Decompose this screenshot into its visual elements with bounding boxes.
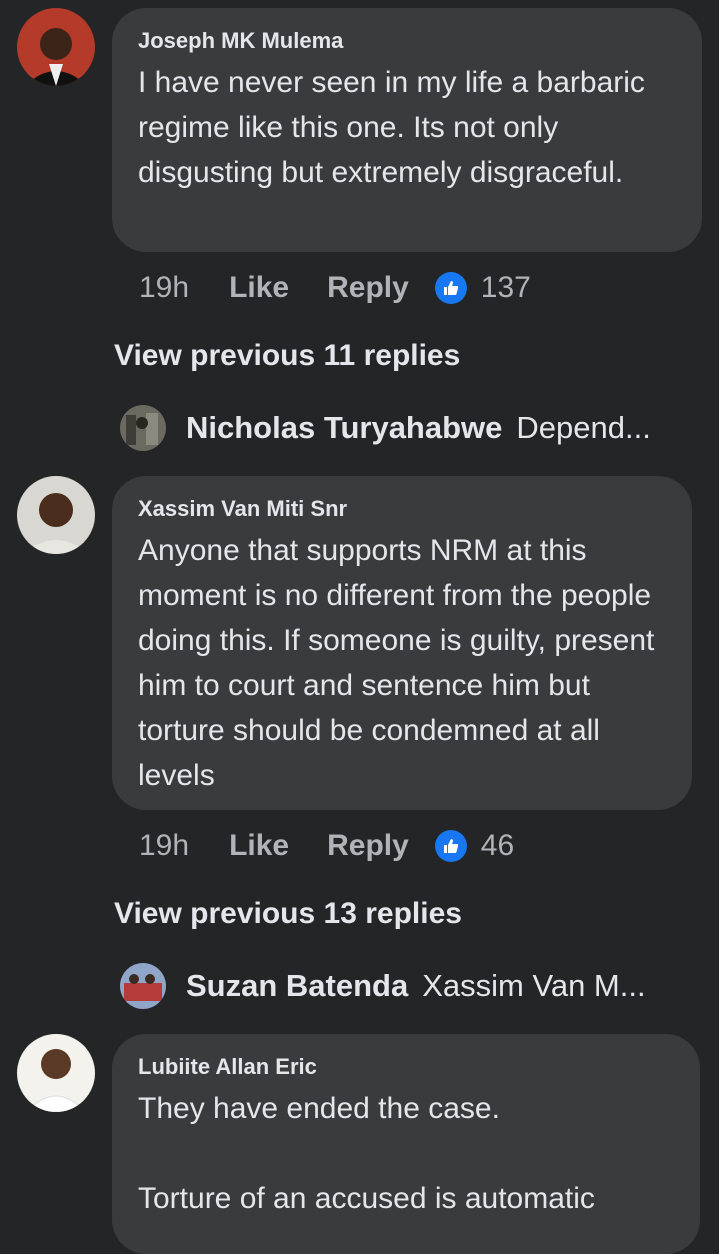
reply-button[interactable]: Reply bbox=[327, 271, 409, 305]
like-button[interactable]: Like bbox=[229, 271, 289, 305]
comment-bubble: Joseph MK Mulema I have never seen in my… bbox=[112, 8, 702, 252]
latest-reply-preview[interactable]: Nicholas Turyahabwe Depend... bbox=[120, 404, 651, 452]
commenter-avatar[interactable] bbox=[17, 8, 95, 86]
comment-timestamp[interactable]: 19h bbox=[139, 271, 189, 305]
comment-text: Anyone that supports NRM at this moment … bbox=[138, 534, 663, 792]
reaction-count[interactable]: 46 bbox=[481, 829, 514, 863]
reaction-count[interactable]: 137 bbox=[481, 271, 531, 305]
comment-bubble: Xassim Van Miti Snr Anyone that supports… bbox=[112, 476, 692, 810]
commenter-avatar[interactable] bbox=[17, 1034, 95, 1112]
comment-timestamp[interactable]: 19h bbox=[139, 829, 189, 863]
reply-avatar bbox=[120, 405, 166, 451]
thumbs-up-icon[interactable] bbox=[434, 830, 467, 862]
comment-text: I have never seen in my life a barbaric … bbox=[138, 66, 654, 189]
reply-snippet: Xassim Van M... bbox=[422, 968, 646, 1003]
like-button[interactable]: Like bbox=[229, 829, 289, 863]
comment-bubble: Lubiite Allan Eric They have ended the c… bbox=[112, 1034, 700, 1254]
reply-avatar bbox=[120, 963, 166, 1009]
reply-snippet: Depend... bbox=[516, 410, 651, 445]
comment-actions: 19h Like Reply 137 bbox=[139, 268, 531, 308]
thumbs-up-icon[interactable] bbox=[434, 272, 467, 304]
comment-text: They have ended the case. Torture of an … bbox=[138, 1092, 595, 1215]
comment-author[interactable]: Joseph MK Mulema bbox=[138, 28, 678, 54]
reply-button[interactable]: Reply bbox=[327, 829, 409, 863]
view-previous-replies-link[interactable]: View previous 11 replies bbox=[114, 336, 460, 376]
reply-author: Nicholas Turyahabwe bbox=[186, 410, 503, 445]
reply-author: Suzan Batenda bbox=[186, 968, 409, 1003]
latest-reply-preview[interactable]: Suzan Batenda Xassim Van M... bbox=[120, 962, 646, 1010]
commenter-avatar[interactable] bbox=[17, 476, 95, 554]
comment-author[interactable]: Xassim Van Miti Snr bbox=[138, 496, 668, 522]
comment-author[interactable]: Lubiite Allan Eric bbox=[138, 1054, 676, 1080]
view-previous-replies-link[interactable]: View previous 13 replies bbox=[114, 894, 462, 934]
comment-actions: 19h Like Reply 46 bbox=[139, 826, 514, 866]
